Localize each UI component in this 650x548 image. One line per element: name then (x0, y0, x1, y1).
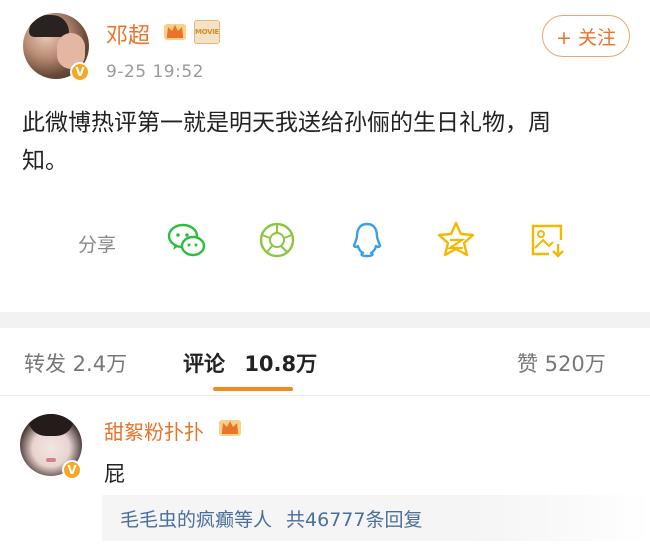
share-row: 分享 (0, 218, 650, 268)
crown-icon (164, 24, 186, 40)
section-divider (0, 312, 650, 328)
share-label: 分享 (78, 234, 117, 256)
author-name[interactable]: 邓超 (106, 18, 150, 50)
qq-icon[interactable] (345, 218, 389, 262)
verified-icon: V (70, 62, 90, 82)
tab-repost[interactable]: 转发 2.4万 (24, 348, 127, 378)
commenter-name[interactable]: 甜絮粉扑扑 (104, 416, 204, 445)
movie-badge-icon: MOVIE (194, 20, 220, 44)
comment-text: 屁 (104, 462, 125, 486)
post-header: V 邓超 MOVIE 9-25 19:52 + 关注 (0, 0, 650, 95)
post-text: 此微博热评第一就是明天我送给孙俪的生日礼物，周知。 (22, 110, 551, 174)
wechat-icon[interactable] (165, 218, 209, 262)
tab-comments-count: 10.8万 (244, 352, 318, 376)
comment-item: V 甜絮粉扑扑 屁 毛毛虫的疯癫等人 共46777条回复 (0, 400, 650, 548)
tabs-divider (0, 395, 650, 396)
tab-likes[interactable]: 赞 520万 (517, 348, 606, 378)
post-time: 9-25 19:52 (106, 62, 204, 82)
reply-summary[interactable]: 毛毛虫的疯癫等人 共46777条回复 (102, 495, 470, 541)
save-image-icon[interactable] (525, 218, 569, 262)
qzone-icon[interactable] (434, 218, 478, 262)
avatar-hair (29, 15, 69, 37)
avatar-lips (46, 458, 56, 462)
blurred-region (470, 495, 650, 541)
crown-icon (219, 420, 241, 436)
avatar-hair (28, 414, 74, 436)
follow-button[interactable]: + 关注 (542, 15, 630, 57)
tab-comments[interactable]: 评论 10.8万 (183, 348, 317, 378)
interaction-tabs: 转发 2.4万 评论 10.8万 赞 520万 (0, 328, 650, 396)
reply-count[interactable]: 共46777条回复 (286, 505, 422, 532)
moments-icon[interactable] (255, 218, 299, 262)
tab-comments-label: 评论 (183, 352, 225, 376)
verified-icon: V (62, 460, 82, 480)
reply-users[interactable]: 毛毛虫的疯癫等人 (120, 505, 272, 532)
active-tab-indicator (213, 387, 293, 391)
